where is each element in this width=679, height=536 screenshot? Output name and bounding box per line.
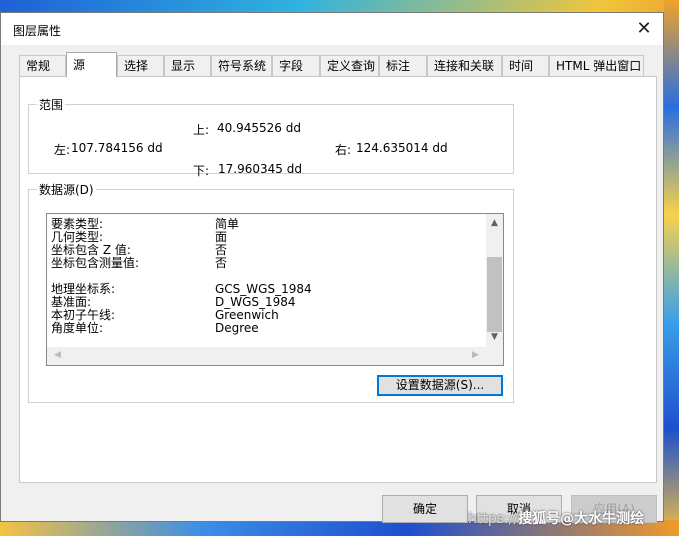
- vertical-scrollbar[interactable]: ▲ ▼: [486, 214, 503, 347]
- layer-properties-dialog: 图层属性 ✕ 常规 源 选择 显示 符号系统 字段 定义查询 标注 连接和关联 …: [0, 12, 664, 523]
- tab-html-popup[interactable]: HTML 弹出窗口: [549, 55, 644, 76]
- extent-right-value: 124.635014 dd: [356, 141, 448, 155]
- tab-selection[interactable]: 选择: [117, 55, 164, 76]
- close-icon[interactable]: ✕: [631, 17, 657, 41]
- tab-symbology[interactable]: 符号系统: [211, 55, 272, 76]
- set-datasource-button[interactable]: 设置数据源(S)...: [377, 375, 503, 396]
- extent-top-label: 上:: [193, 123, 210, 137]
- extent-bottom-label: 下:: [193, 164, 210, 178]
- datasource-group-title: 数据源(D): [37, 181, 96, 198]
- tab-general[interactable]: 常规: [19, 55, 66, 76]
- tab-joins-relates[interactable]: 连接和关联: [427, 55, 502, 76]
- extent-group-title: 范围: [37, 96, 66, 113]
- title-bar[interactable]: 图层属性 ✕: [1, 13, 663, 45]
- horizontal-scrollbar[interactable]: ◀ ▶: [47, 347, 503, 365]
- watermark: https://搜狐号@大水牛测绘: [468, 511, 645, 527]
- tab-labels[interactable]: 标注: [379, 55, 427, 76]
- scroll-up-icon[interactable]: ▲: [486, 218, 503, 228]
- scroll-left-icon[interactable]: ◀: [49, 350, 66, 360]
- extent-right-label: 右:: [335, 143, 352, 157]
- tab-time[interactable]: 时间: [502, 55, 549, 76]
- extent-left-value: 107.784156 dd: [71, 141, 163, 155]
- tab-definition-query[interactable]: 定义查询: [320, 55, 379, 76]
- dialog-title: 图层属性: [13, 24, 62, 38]
- tab-display[interactable]: 显示: [164, 55, 211, 76]
- datasource-info-list[interactable]: 要素类型: 简单 几何类型: 面 坐标包含 Z 值: 否 坐标包含测量值: 否 地理坐标…: [46, 213, 504, 366]
- scroll-down-icon[interactable]: ▼: [486, 332, 503, 342]
- extent-bottom-value: 17.960345 dd: [218, 162, 302, 176]
- ok-button[interactable]: 确定: [382, 495, 468, 523]
- tab-source[interactable]: 源: [66, 52, 117, 77]
- scrollbar-thumb[interactable]: [487, 257, 502, 332]
- extent-left-label: 左:: [54, 143, 71, 157]
- map-background-right: [664, 0, 679, 536]
- tab-fields[interactable]: 字段: [272, 55, 320, 76]
- extent-top-value: 40.945526 dd: [217, 121, 301, 135]
- scroll-right-icon[interactable]: ▶: [467, 350, 484, 360]
- tab-content-source: 范围 上: 40.945526 dd 左: 107.784156 dd 右: 1…: [19, 76, 657, 483]
